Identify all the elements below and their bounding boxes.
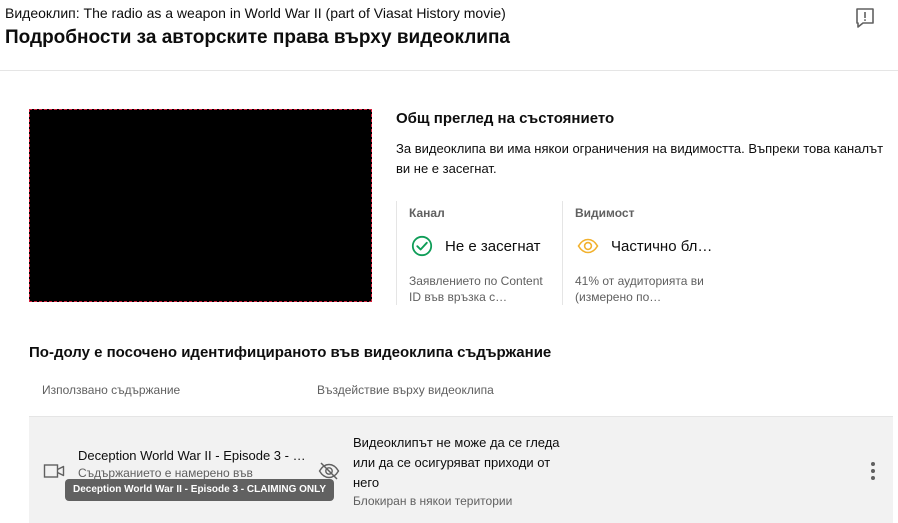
impact-detail: Блокиран в някои територии [353, 494, 513, 508]
status-overview: Общ преглед на състоянието За видеоклипа… [396, 110, 896, 179]
page-title: Подробности за авторските права върху ви… [5, 27, 511, 48]
channel-card[interactable]: Канал Не е засегнат Заявлението по Conte… [396, 201, 563, 305]
overview-description: За видеоклипа ви има някои ограничения н… [396, 141, 884, 176]
channel-status-text: Не е засегнат [445, 237, 541, 255]
check-circle-icon [411, 235, 433, 257]
visibility-status-text: Частично бл… [611, 237, 713, 255]
feedback-icon[interactable] [855, 7, 875, 29]
visibility-card[interactable]: Видимост Частично бл… 41% от аудиторията… [563, 201, 723, 305]
visibility-status: Частично бл… [577, 235, 712, 257]
visibility-card-label: Видимост [575, 206, 635, 220]
impact-description: Видеоклипът не може да се гледа или да с… [353, 435, 560, 490]
eye-icon [577, 238, 599, 254]
visibility-card-description: 41% от аудиторията ви (измерено по… [575, 274, 704, 304]
page-header: Видеоклип: The radio as a weapon in Worl… [0, 0, 898, 71]
channel-card-label: Канал [409, 206, 445, 220]
claimed-content-title[interactable]: Deception World War II - Episode 3 - C… [78, 448, 308, 463]
table-row[interactable]: Deception World War II - Episode 3 - C… … [29, 416, 893, 523]
claimed-content-location: Съдържанието е намерено във [78, 466, 253, 480]
identified-content-title: По-долу е посочено идентифицираното във … [29, 344, 552, 361]
channel-card-description: Заявлението по Content ID във връзка с… [409, 274, 543, 304]
overview-title: Общ преглед на състоянието [396, 110, 615, 127]
column-header-used-content: Използвано съдържание [42, 383, 181, 397]
content-title-tooltip: Deception World War II - Episode 3 - CLA… [65, 479, 334, 501]
column-header-impact: Въздействие върху видеоклипа [317, 383, 494, 397]
eye-off-icon [318, 462, 340, 480]
video-thumbnail[interactable] [29, 109, 372, 302]
more-vert-icon[interactable] [863, 459, 883, 483]
video-camera-icon [43, 464, 65, 478]
video-subtitle: Видеоклип: The radio as a weapon in Worl… [5, 5, 506, 21]
status-cards: Канал Не е засегнат Заявлението по Conte… [396, 201, 726, 305]
channel-status: Не е засегнат [411, 235, 541, 257]
